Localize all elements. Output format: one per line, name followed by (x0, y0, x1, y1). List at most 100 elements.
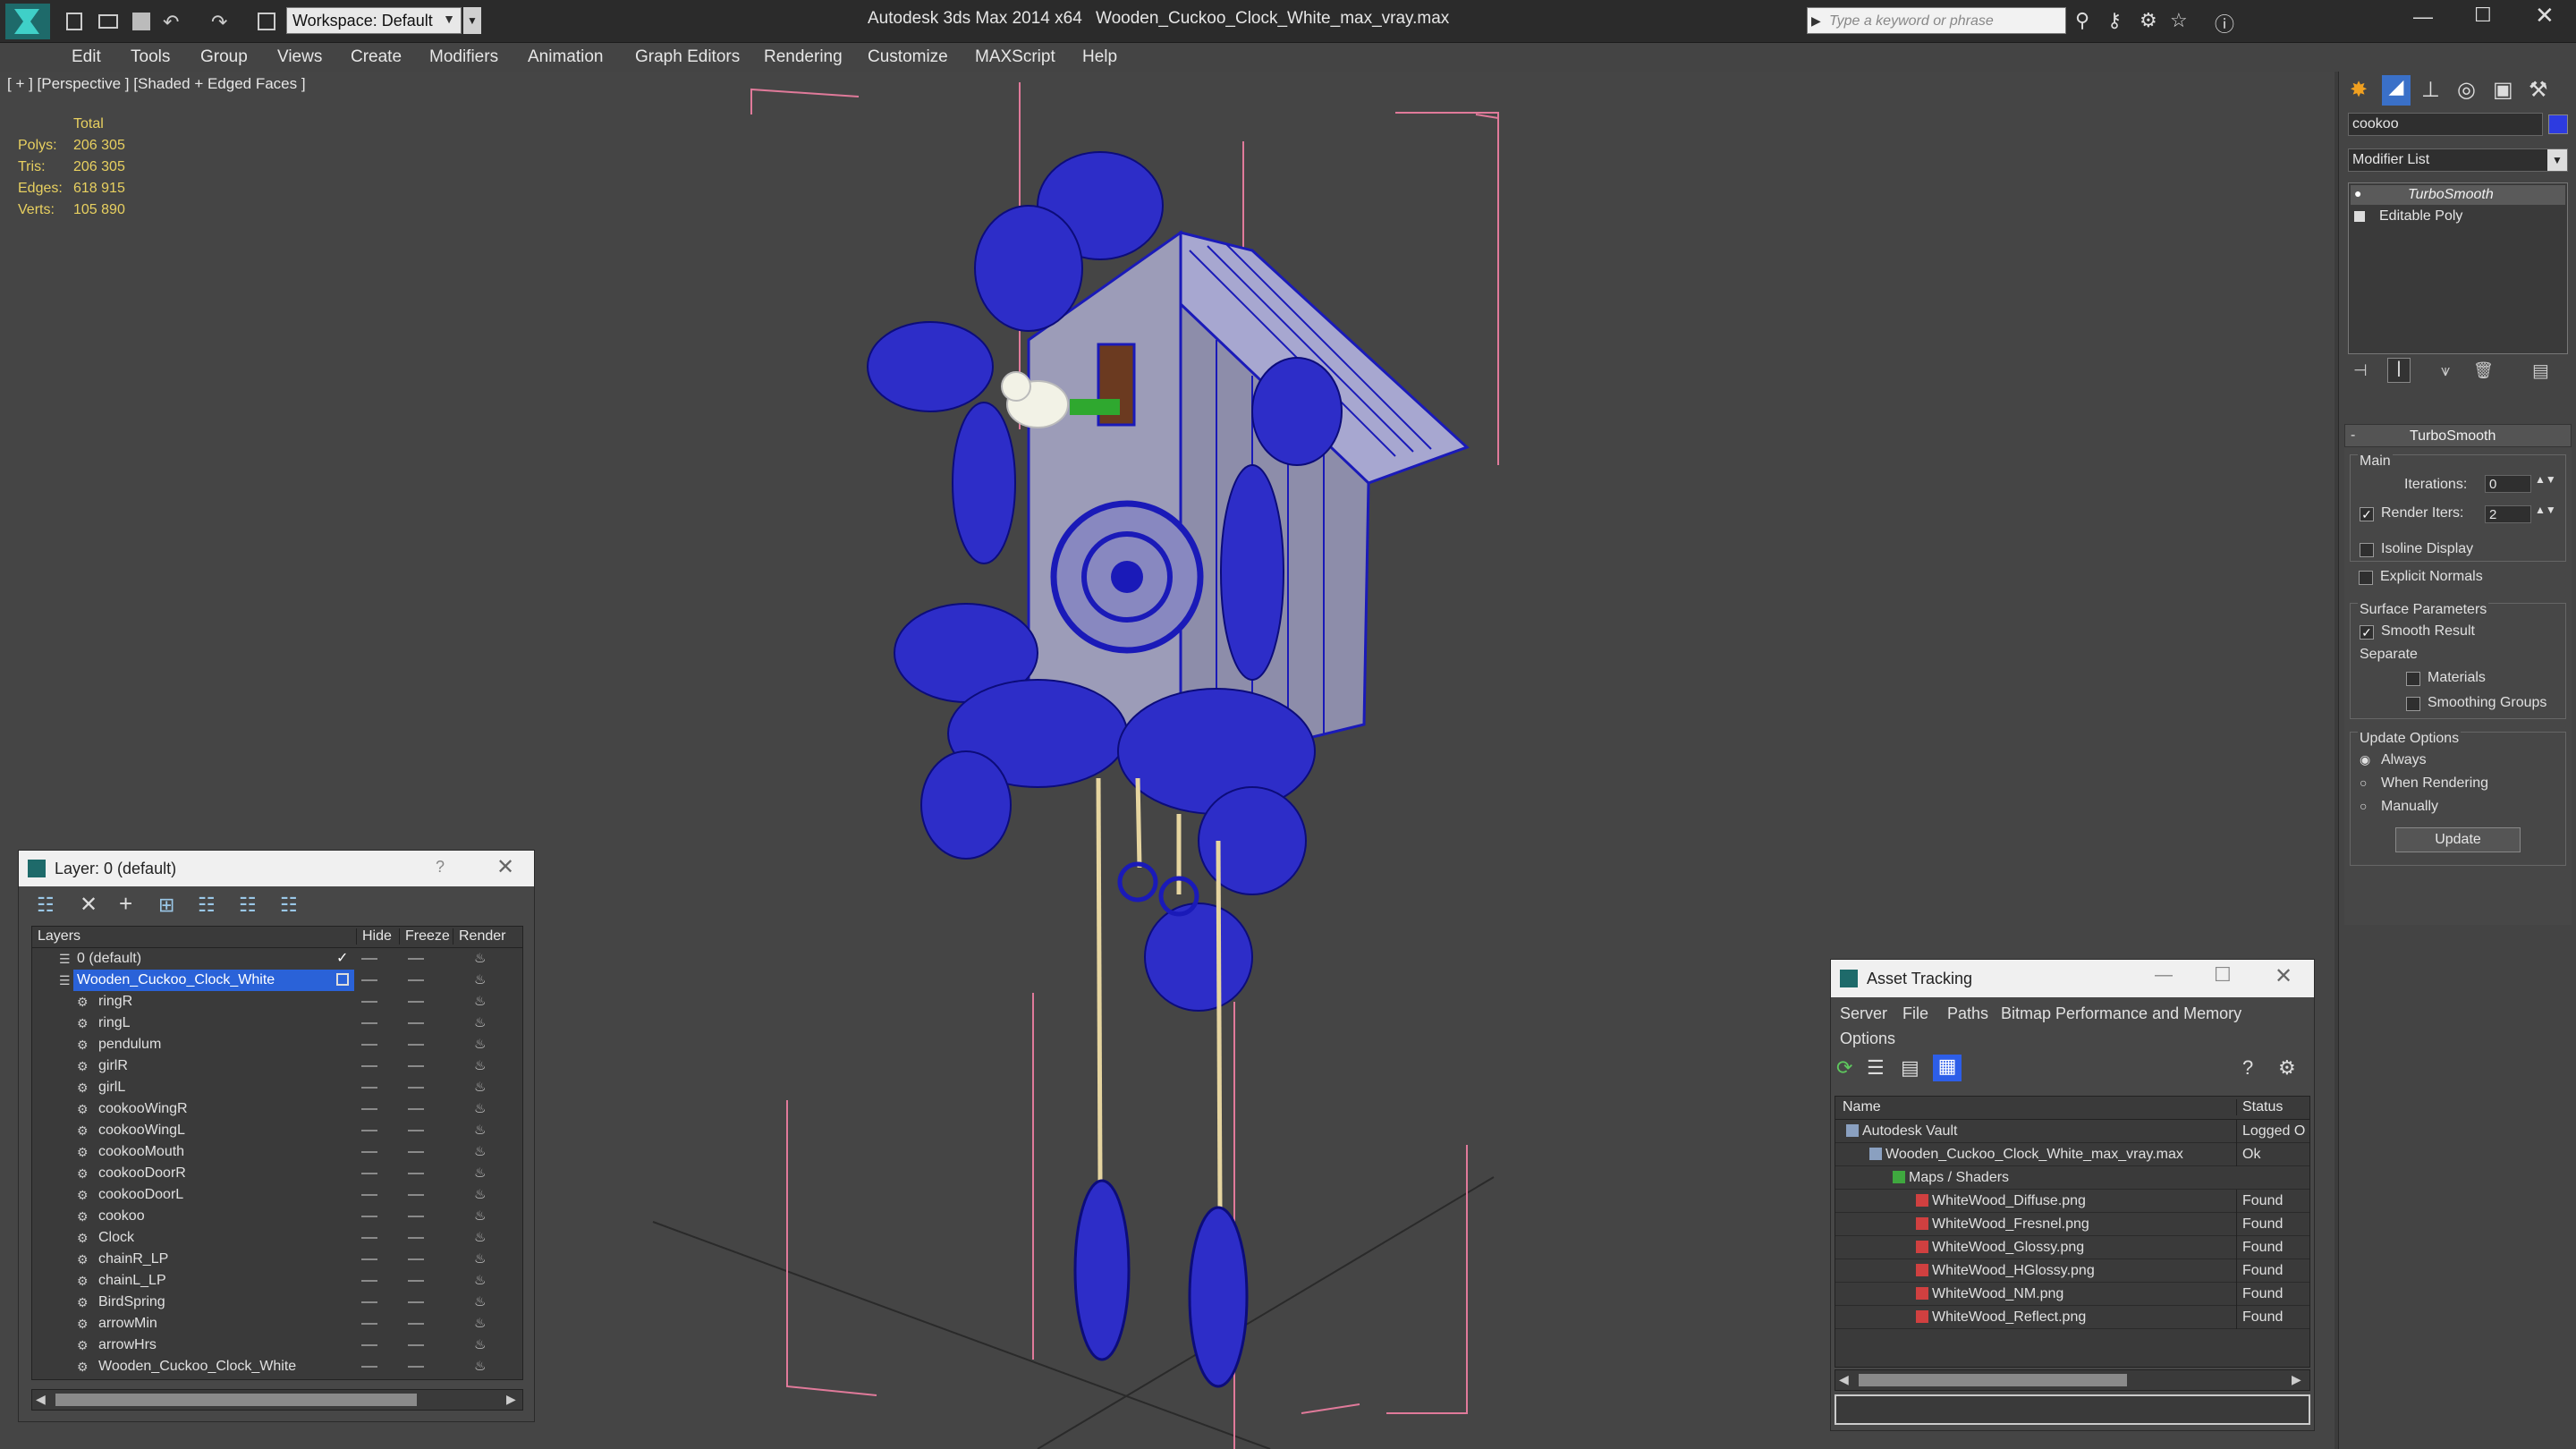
render-teapot-icon[interactable]: ♨ (474, 1120, 486, 1141)
modify-tab-icon[interactable]: ◢ (2382, 75, 2411, 106)
toggle-dash-icon[interactable] (408, 1301, 424, 1303)
render-teapot-icon[interactable]: ♨ (474, 1034, 486, 1055)
toggle-dash-icon[interactable] (361, 1323, 377, 1325)
asset-menu-file[interactable]: File (1902, 1004, 1928, 1023)
maximize-icon[interactable]: ☐ (2474, 4, 2492, 27)
show-end-result-icon[interactable]: | (2387, 358, 2411, 383)
render-teapot-icon[interactable]: ♨ (474, 1077, 486, 1098)
smoothing-groups-checkbox[interactable] (2406, 697, 2420, 711)
layer-row[interactable]: ☰ Wooden_Cuckoo_Clock_White ♨ (32, 970, 522, 991)
expand-icon[interactable] (2354, 211, 2365, 222)
layer-window-titlebar[interactable]: Layer: 0 (default) ? ✕ (19, 851, 534, 886)
toggle-dash-icon[interactable] (408, 1173, 424, 1174)
asset-row[interactable]: WhiteWood_Glossy.png Found (1835, 1236, 2309, 1259)
toggle-dash-icon[interactable] (361, 1173, 377, 1174)
project-icon[interactable] (258, 13, 275, 30)
asset-scroll-thumb[interactable] (1859, 1374, 2127, 1386)
toggle-dash-icon[interactable] (361, 1065, 377, 1067)
layer-row[interactable]: ⚙ cookooWingR ♨ (32, 1098, 522, 1120)
layer-row[interactable]: ⚙ girlL ♨ (32, 1077, 522, 1098)
render-teapot-icon[interactable]: ♨ (474, 970, 486, 991)
table-view-icon[interactable]: ▦ (1933, 1055, 1962, 1081)
save-icon[interactable] (132, 13, 150, 30)
asset-row[interactable]: WhiteWood_NM.png Found (1835, 1283, 2309, 1306)
asset-menu-paths[interactable]: Paths (1947, 1004, 1988, 1023)
redo-icon[interactable]: ↷ (211, 11, 227, 34)
new-layer-icon[interactable]: ☷ (37, 894, 60, 917)
asset-hscrollbar[interactable]: ◀ ▶ (1835, 1369, 2310, 1391)
select-layer-objects-icon[interactable]: ⊞ (158, 894, 182, 917)
toggle-dash-icon[interactable] (361, 979, 377, 981)
render-teapot-icon[interactable]: ♨ (474, 1356, 486, 1377)
render-teapot-icon[interactable]: ♨ (474, 1098, 486, 1120)
col-render[interactable]: Render (453, 928, 505, 945)
layer-row[interactable]: ⚙ arrowMin ♨ (32, 1313, 522, 1335)
layer-row[interactable]: ⚙ cookoo ♨ (32, 1206, 522, 1227)
scroll-right-icon[interactable]: ▶ (506, 1392, 516, 1407)
layer-hscrollbar[interactable]: ◀ ▶ (31, 1389, 523, 1411)
layer-row[interactable]: ⚙ cookooMouth ♨ (32, 1141, 522, 1163)
asset-table[interactable]: Name Status Autodesk Vault Logged O Wooden… (1835, 1096, 2310, 1368)
render-teapot-icon[interactable]: ♨ (474, 1292, 486, 1313)
asset-menu-options[interactable]: Options (1840, 1030, 1895, 1048)
toggle-dash-icon[interactable] (361, 1237, 377, 1239)
menu-modifiers[interactable]: Modifiers (429, 43, 498, 72)
iterations-spinner[interactable]: 0 (2485, 475, 2531, 493)
object-color-swatch[interactable] (2548, 114, 2568, 134)
lightbulb-icon[interactable]: ● (2354, 186, 2361, 200)
toggle-dash-icon[interactable] (361, 958, 377, 960)
render-teapot-icon[interactable]: ♨ (474, 1141, 486, 1163)
toggle-dash-icon[interactable] (361, 1151, 377, 1153)
render-teapot-icon[interactable]: ♨ (474, 1055, 486, 1077)
add-to-layer-icon[interactable]: + (119, 890, 142, 917)
layer-row[interactable]: ⚙ ringL ♨ (32, 1013, 522, 1034)
toggle-dash-icon[interactable] (408, 1194, 424, 1196)
render-teapot-icon[interactable]: ♨ (474, 1227, 486, 1249)
pin-stack-icon[interactable]: ⊣ (2353, 361, 2368, 380)
minimize-icon[interactable]: — (2413, 5, 2433, 29)
scroll-thumb[interactable] (55, 1394, 417, 1406)
asset-settings-icon[interactable]: ⚙ (2278, 1056, 2301, 1080)
toggle-dash-icon[interactable] (408, 1108, 424, 1110)
stack-item-editable-poly[interactable]: Editable Poly (2351, 207, 2565, 226)
asset-row[interactable]: WhiteWood_Reflect.png Found (1835, 1306, 2309, 1329)
thumbnail-view-icon[interactable]: ▤ (1901, 1056, 1924, 1080)
toggle-dash-icon[interactable] (408, 979, 424, 981)
render-teapot-icon[interactable]: ♨ (474, 1163, 486, 1184)
render-teapot-icon[interactable]: ♨ (474, 1249, 486, 1270)
update-button[interactable]: Update (2395, 827, 2521, 852)
close-icon[interactable]: ✕ (2535, 2, 2555, 30)
toggle-dash-icon[interactable] (361, 1087, 377, 1089)
toggle-dash-icon[interactable] (361, 1280, 377, 1282)
list-view-icon[interactable]: ☰ (1867, 1056, 1890, 1080)
new-file-icon[interactable] (66, 13, 82, 30)
toggle-dash-icon[interactable] (408, 1366, 424, 1368)
render-teapot-icon[interactable]: ♨ (474, 1313, 486, 1335)
utilities-tab-icon[interactable]: ⚒ (2529, 77, 2548, 103)
layer-list[interactable]: Layers Hide Freeze Render ☰ 0 (default) ✓ ♨… (31, 926, 523, 1380)
layer-row[interactable]: ⚙ chainL_LP ♨ (32, 1270, 522, 1292)
toggle-dash-icon[interactable] (361, 1366, 377, 1368)
asset-status-field[interactable] (1835, 1394, 2310, 1425)
workspace-dropdown[interactable]: Workspace: Default ▼ (286, 7, 462, 34)
render-iters-spinner[interactable]: 2 (2485, 505, 2531, 523)
render-teapot-icon[interactable]: ♨ (474, 1270, 486, 1292)
freeze-all-layers-icon[interactable]: ☷ (280, 894, 303, 917)
motion-tab-icon[interactable]: ◎ (2457, 77, 2476, 103)
toggle-dash-icon[interactable] (361, 1001, 377, 1003)
render-spinner-arrows-icon[interactable]: ▲▼ (2535, 504, 2556, 516)
toggle-dash-icon[interactable] (408, 1216, 424, 1217)
render-teapot-icon[interactable]: ♨ (474, 1184, 486, 1206)
col-hide[interactable]: Hide (356, 928, 392, 945)
toggle-dash-icon[interactable] (361, 1258, 377, 1260)
modifier-stack[interactable]: ● TurboSmooth Editable Poly (2348, 182, 2568, 354)
toggle-dash-icon[interactable] (408, 1044, 424, 1046)
display-tab-icon[interactable]: ▣ (2493, 77, 2513, 103)
layer-row[interactable]: ⚙ arrowHrs ♨ (32, 1335, 522, 1356)
layer-row[interactable]: ⚙ Wooden_Cuckoo_Clock_White ♨ (32, 1356, 522, 1377)
menu-animation[interactable]: Animation (528, 43, 604, 72)
undo-icon[interactable]: ↶ (163, 11, 179, 34)
col-status[interactable]: Status (2236, 1099, 2283, 1115)
layer-row[interactable]: ⚙ Clock ♨ (32, 1227, 522, 1249)
toggle-dash-icon[interactable] (361, 1108, 377, 1110)
